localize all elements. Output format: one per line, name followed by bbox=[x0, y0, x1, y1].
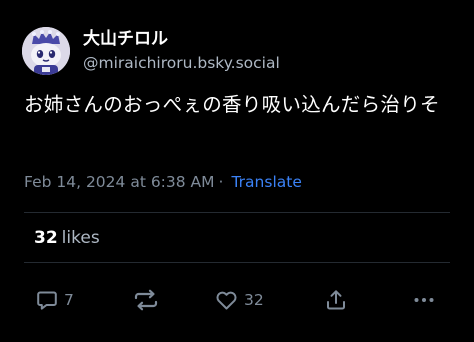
reply-button[interactable]: 7 bbox=[35, 285, 74, 315]
likes-stat[interactable]: 32 likes bbox=[34, 226, 100, 250]
reply-icon bbox=[37, 291, 57, 310]
handle[interactable]: @miraichiroru.bsky.social bbox=[83, 53, 280, 73]
likes-count: 32 bbox=[34, 228, 58, 248]
translate-link[interactable]: Translate bbox=[231, 173, 301, 191]
heart-icon bbox=[216, 291, 237, 310]
avatar[interactable] bbox=[22, 27, 70, 75]
like-button[interactable]: 32 bbox=[214, 285, 264, 315]
post-meta: Feb 14, 2024 at 6:38 AM · Translate bbox=[24, 171, 302, 193]
share-button[interactable] bbox=[324, 285, 348, 315]
more-button[interactable] bbox=[412, 285, 436, 315]
post-thread-view: 大山チロル @miraichiroru.bsky.social お姉さんのおっぺ… bbox=[0, 0, 474, 342]
likes-label: likes bbox=[61, 228, 100, 248]
divider-top bbox=[24, 212, 450, 213]
reply-count: 7 bbox=[64, 291, 74, 309]
like-count: 32 bbox=[244, 291, 264, 309]
more-icon bbox=[414, 298, 434, 302]
repost-icon bbox=[134, 289, 158, 311]
divider-bottom bbox=[24, 262, 450, 263]
avatar-character-icon bbox=[22, 27, 70, 75]
share-icon bbox=[327, 290, 345, 310]
meta-separator: · bbox=[218, 173, 224, 191]
post-text: お姉さんのおっぺぇの香り吸い込んだら治りそ bbox=[24, 93, 440, 116]
action-bar: 7 32 bbox=[0, 285, 474, 315]
repost-button[interactable] bbox=[132, 285, 165, 315]
timestamp: Feb 14, 2024 at 6:38 AM bbox=[24, 173, 215, 191]
display-name[interactable]: 大山チロル bbox=[83, 28, 168, 50]
